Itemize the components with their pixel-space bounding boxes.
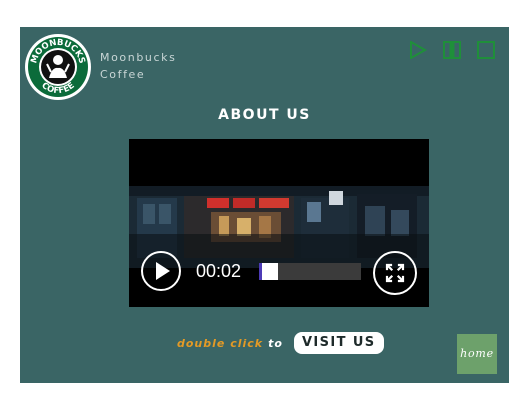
video-player[interactable]: 00:02 [129,139,429,307]
brand-logo: MOONBUCKS COFFEE [25,34,91,100]
pause-icon [443,41,461,59]
audio-stop-button[interactable] [477,41,495,59]
play-icon [410,41,427,59]
video-time: 00:02 [196,261,242,281]
page-title: ABOUT US [218,107,311,123]
visit-us-button[interactable]: VISIT US [293,332,384,354]
audio-pause-button[interactable] [443,41,461,59]
audio-play-button[interactable] [409,41,427,59]
siren-logo-icon: MOONBUCKS COFFEE [26,35,90,99]
brand-name: Moonbucks Coffee [100,49,176,83]
play-icon [156,262,170,280]
cta-connector: to [268,336,283,350]
video-progress-bar[interactable] [259,263,361,280]
main-panel: MOONBUCKS COFFEE Moonbucks Coffee ABOUT … [20,27,509,383]
video-play-button[interactable] [141,251,181,291]
brand-name-line1: Moonbucks [100,51,177,64]
stop-icon [477,41,495,59]
cta-row: double click to VISIT US [177,332,384,354]
video-fullscreen-button[interactable] [373,251,417,295]
progress-handle[interactable] [259,263,262,280]
brand-name-line2: Coffee [100,68,146,81]
cta-hint: double click [177,336,264,350]
video-controls: 00:02 [129,139,429,307]
fullscreen-icon [385,263,405,283]
home-button[interactable]: home [457,334,497,374]
